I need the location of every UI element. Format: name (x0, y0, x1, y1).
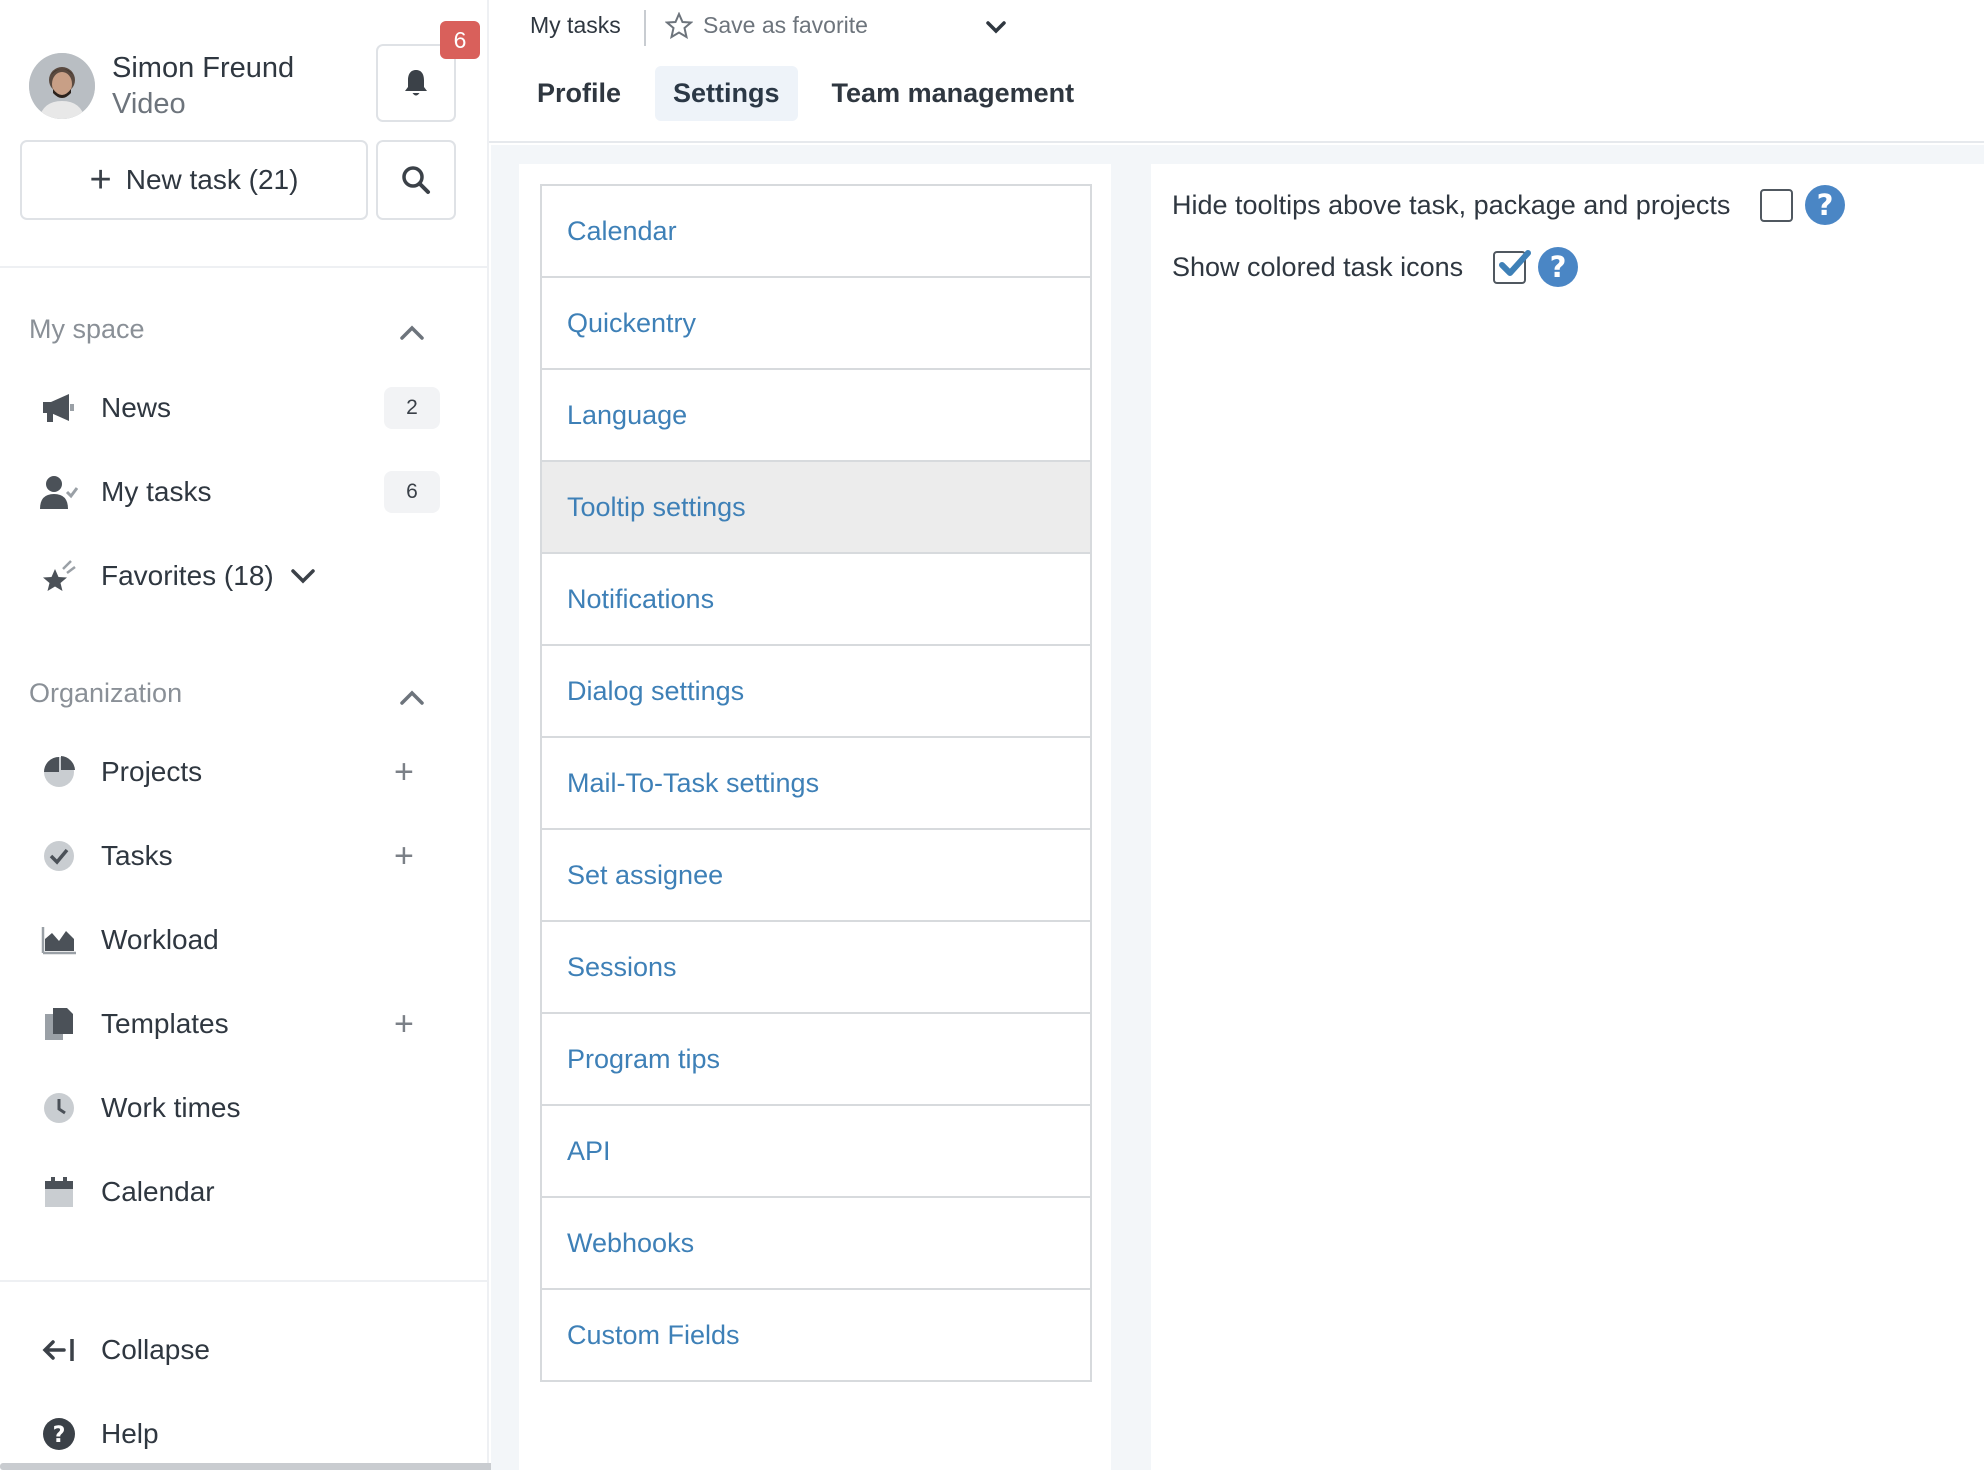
tab-team-management[interactable]: Team management (814, 66, 1093, 121)
sidebar-item-label: Work times (101, 1092, 241, 1123)
chevron-down-icon[interactable] (290, 566, 316, 586)
sidebar-item-projects[interactable]: Projects + (40, 747, 460, 797)
setting-hide-tooltips: Hide tooltips above task, package and pr… (1172, 180, 1846, 230)
svg-text:?: ? (1817, 188, 1834, 222)
sidebar-item-calendar[interactable]: Calendar (40, 1167, 460, 1217)
svg-text:?: ? (1550, 250, 1567, 284)
save-favorite-label: Save as favorite (703, 12, 868, 38)
sidebar-item-label: Calendar (101, 1176, 215, 1207)
settings-menu-item-sessions[interactable]: Sessions (542, 922, 1090, 1014)
chevron-up-icon[interactable] (398, 318, 426, 346)
tab-bar: Profile Settings Team management (519, 66, 1108, 121)
sidebar-item-label: My tasks (101, 476, 212, 507)
sidebar-item-label: Tasks (101, 840, 173, 871)
divider (0, 1280, 489, 1282)
notification-count-badge: 6 (440, 21, 480, 59)
sidebar: Simon Freund Video 6 + New task (21) My … (0, 0, 489, 1470)
new-task-label: New task (21) (125, 164, 299, 195)
question-circle-icon: ? (40, 1415, 78, 1453)
colored-icons-checkbox[interactable] (1493, 249, 1532, 284)
hide-tooltips-label: Hide tooltips above task, package and pr… (1172, 189, 1731, 220)
help-icon[interactable]: ? (1537, 246, 1579, 288)
help-button[interactable]: ? Help (40, 1409, 460, 1459)
breadcrumb[interactable]: My tasks (530, 12, 621, 39)
help-label: Help (101, 1418, 159, 1449)
sidebar-item-tasks[interactable]: Tasks + (40, 831, 460, 881)
sidebar-item-workload[interactable]: Workload (40, 915, 460, 965)
setting-colored-icons: Show colored task icons ? (1172, 242, 1579, 292)
sidebar-item-label: Templates (101, 1008, 229, 1039)
add-template-button[interactable]: + (394, 1007, 414, 1041)
count-badge: 6 (384, 471, 440, 513)
sidebar-item-label: Workload (101, 924, 219, 955)
user-subtitle: Video (112, 88, 186, 120)
avatar (29, 53, 95, 119)
settings-menu-item-notifications[interactable]: Notifications (542, 554, 1090, 646)
settings-menu-item-program-tips[interactable]: Program tips (542, 1014, 1090, 1106)
plus-icon: + (89, 159, 112, 201)
page-header: My tasks Save as favorite Profile Settin… (489, 0, 1984, 143)
settings-menu-item-dialog-settings[interactable]: Dialog settings (542, 646, 1090, 738)
settings-menu: Calendar Quickentry Language Tooltip set… (540, 184, 1092, 1382)
help-icon[interactable]: ? (1804, 184, 1846, 226)
tab-settings[interactable]: Settings (655, 66, 798, 121)
settings-menu-item-calendar[interactable]: Calendar (542, 186, 1090, 278)
sidebar-item-templates[interactable]: Templates + (40, 999, 460, 1049)
add-project-button[interactable]: + (394, 755, 414, 789)
settings-menu-item-api[interactable]: API (542, 1106, 1090, 1198)
bell-icon (405, 70, 427, 96)
search-button[interactable] (376, 140, 456, 220)
sidebar-item-news[interactable]: News 2 (40, 383, 460, 433)
colored-icons-label: Show colored task icons (1172, 251, 1464, 282)
check-circle-icon (40, 837, 78, 875)
clock-icon (40, 1089, 78, 1127)
count-badge: 2 (384, 387, 440, 429)
save-favorite-button[interactable]: Save as favorite (665, 12, 868, 39)
organization-title: Organization (29, 678, 183, 708)
user-name: Simon Freund (112, 52, 295, 84)
chevron-down-icon[interactable] (985, 18, 1007, 36)
sidebar-item-favorites[interactable]: Favorites (18) (40, 551, 460, 601)
collapse-arrow-icon (40, 1331, 78, 1369)
settings-menu-item-quickentry[interactable]: Quickentry (542, 278, 1090, 370)
divider (0, 266, 489, 268)
sidebar-item-my-tasks[interactable]: My tasks 6 (40, 467, 460, 517)
megaphone-icon (40, 389, 78, 427)
collapse-button[interactable]: Collapse (40, 1325, 460, 1375)
documents-icon (40, 1005, 78, 1043)
sidebar-item-label: News (101, 392, 172, 423)
divider (644, 10, 646, 46)
sidebar-item-label: Favorites (18) (101, 560, 274, 591)
settings-menu-item-mail-to-task[interactable]: Mail-To-Task settings (542, 738, 1090, 830)
my-space-title: My space (29, 314, 145, 344)
calendar-icon (40, 1173, 78, 1211)
settings-menu-item-tooltip-settings[interactable]: Tooltip settings (542, 462, 1090, 554)
sidebar-item-label: Projects (101, 756, 203, 787)
star-icon (40, 557, 78, 595)
tab-profile[interactable]: Profile (519, 66, 639, 121)
pie-chart-icon (40, 753, 78, 791)
user-profile[interactable]: Simon Freund Video (29, 50, 294, 122)
settings-menu-item-webhooks[interactable]: Webhooks (542, 1198, 1090, 1290)
search-icon (402, 166, 430, 194)
svg-text:?: ? (53, 1423, 66, 1448)
collapse-label: Collapse (101, 1334, 210, 1365)
settings-menu-item-set-assignee[interactable]: Set assignee (542, 830, 1090, 922)
checkmark-icon (1499, 249, 1532, 276)
add-task-button[interactable]: + (394, 839, 414, 873)
chevron-up-icon[interactable] (398, 683, 426, 711)
settings-menu-item-custom-fields[interactable]: Custom Fields (542, 1290, 1090, 1382)
tooltip-settings-panel (1151, 164, 1984, 1470)
new-task-button[interactable]: + New task (21) (20, 140, 368, 220)
star-outline-icon (665, 12, 693, 39)
user-check-icon (40, 473, 78, 511)
settings-menu-item-language[interactable]: Language (542, 370, 1090, 462)
hide-tooltips-checkbox[interactable] (1760, 188, 1794, 222)
sidebar-item-work-times[interactable]: Work times (40, 1083, 460, 1133)
area-chart-icon (40, 921, 78, 959)
